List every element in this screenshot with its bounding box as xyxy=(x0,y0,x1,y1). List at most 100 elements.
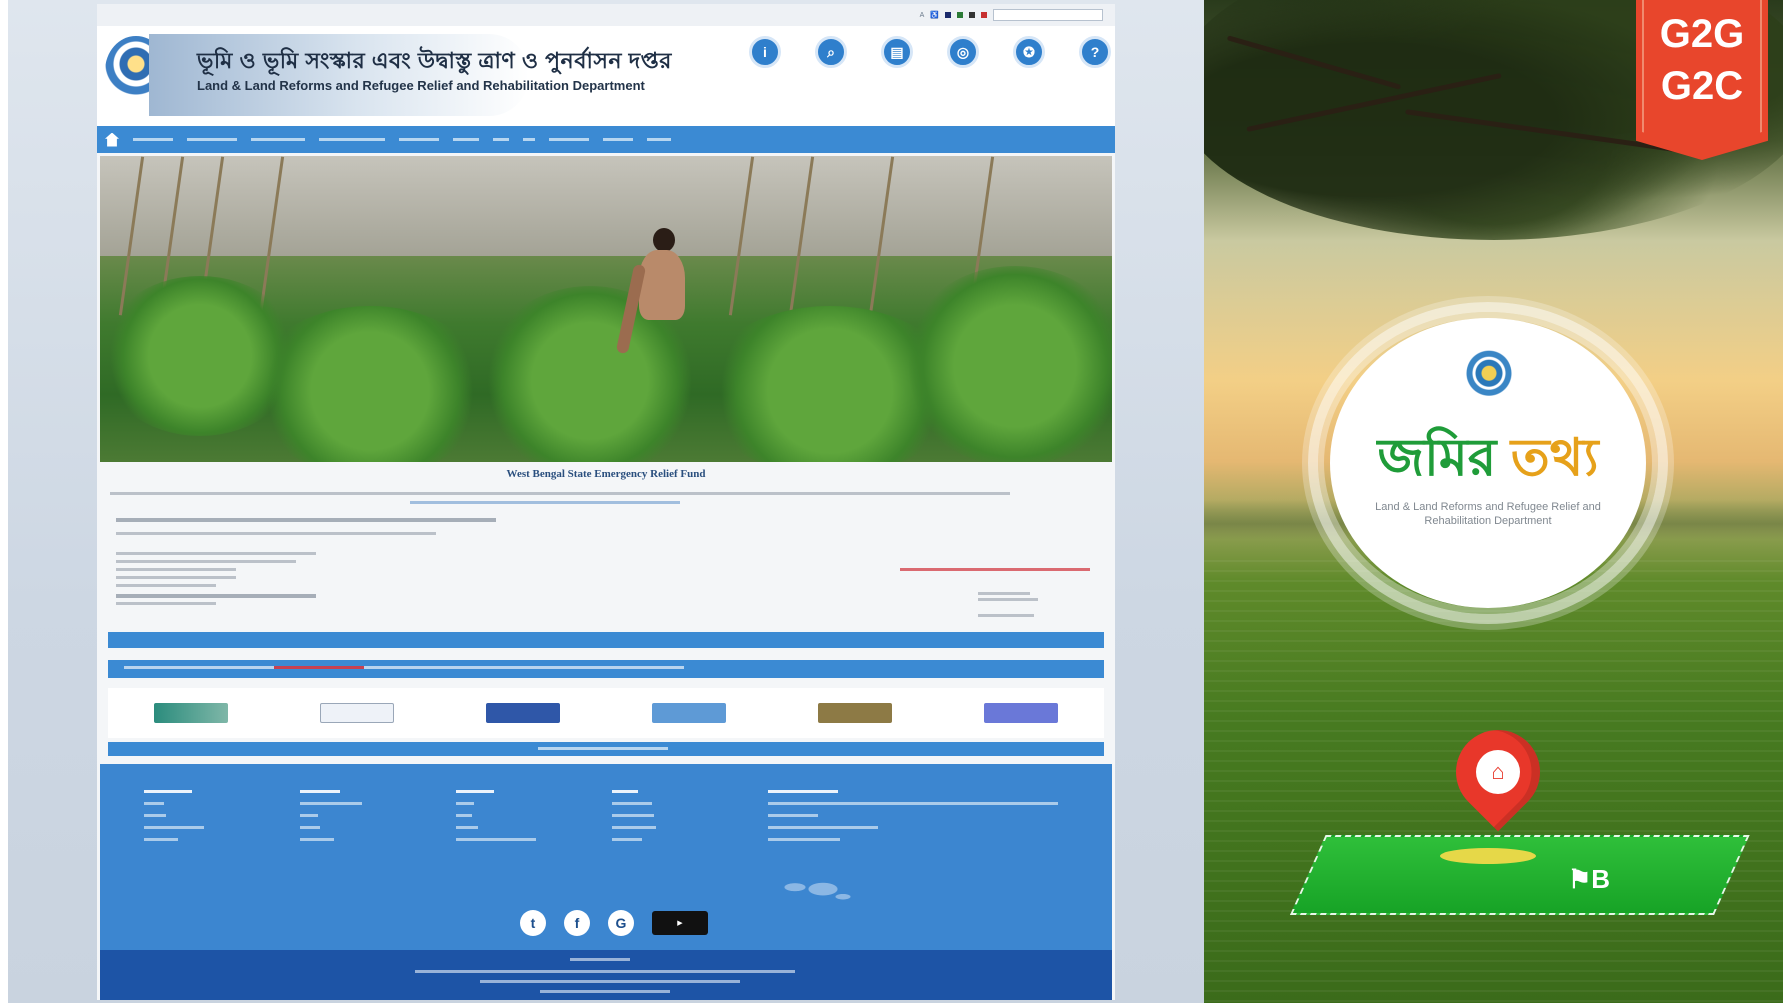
footer-column xyxy=(456,790,566,850)
quick-link-info[interactable]: i xyxy=(737,36,793,68)
footer-link[interactable] xyxy=(612,814,654,817)
status-icon: ◎ xyxy=(947,36,979,68)
pin-shadow xyxy=(1440,848,1536,864)
partner-logo[interactable] xyxy=(154,703,228,723)
nav-item[interactable] xyxy=(523,138,535,141)
twitter-icon[interactable]: t xyxy=(520,910,546,936)
land-plot-graphic xyxy=(1290,835,1750,915)
footer-email-line[interactable] xyxy=(768,826,878,829)
nav-item[interactable] xyxy=(399,138,439,141)
copyright-line xyxy=(540,990,670,993)
crop-foliage xyxy=(900,266,1112,462)
footer-link[interactable] xyxy=(144,838,178,841)
footer-link[interactable] xyxy=(456,814,472,817)
bank-detail-line xyxy=(116,552,316,555)
footer-link[interactable] xyxy=(144,826,204,829)
footer-heading-line xyxy=(612,790,638,793)
quick-link-document[interactable]: ▤ xyxy=(869,36,925,68)
copyright-line xyxy=(570,958,630,961)
theme-swatch-green[interactable] xyxy=(957,12,963,18)
footer-link[interactable] xyxy=(612,838,642,841)
notice-highlight-line xyxy=(900,568,1090,571)
footer-link[interactable] xyxy=(300,826,320,829)
nav-item[interactable] xyxy=(493,138,509,141)
notice-title: West Bengal State Emergency Relief Fund xyxy=(506,468,706,480)
footer-link[interactable] xyxy=(300,838,334,841)
footer-link[interactable] xyxy=(456,802,474,805)
footer-link[interactable] xyxy=(144,814,166,817)
ribbon-text-g2c: G2C xyxy=(1660,64,1744,108)
help-icon: ? xyxy=(1079,36,1111,68)
footer-heading-line xyxy=(456,790,494,793)
quick-link-banglar-bhumi[interactable]: ✪ xyxy=(1001,36,1057,68)
footer-heading-line xyxy=(300,790,340,793)
nav-item[interactable] xyxy=(549,138,589,141)
partner-links xyxy=(108,688,1104,738)
font-size-icon[interactable]: A xyxy=(920,12,925,19)
social-links: t f G ▶ xyxy=(520,910,708,936)
copyright-line xyxy=(480,980,740,983)
partner-logo[interactable] xyxy=(320,703,394,723)
nav-item[interactable] xyxy=(319,138,385,141)
bank-detail-line xyxy=(116,560,296,563)
bank-detail-line xyxy=(116,584,216,587)
quick-links: i ⌕ ▤ ◎ ✪ ? xyxy=(737,36,1115,68)
footer-link[interactable] xyxy=(456,826,478,829)
nav-item[interactable] xyxy=(133,138,173,141)
footer-link[interactable] xyxy=(300,814,318,817)
bank-detail-line xyxy=(116,594,316,598)
google-plus-icon[interactable]: G xyxy=(608,910,634,936)
partner-logo[interactable] xyxy=(486,703,560,723)
nav-item[interactable] xyxy=(453,138,479,141)
site-header: ভূমি ও ভূমি সংস্কার এবং উদ্বাস্তু ত্রাণ … xyxy=(97,26,1115,126)
partner-logo[interactable] xyxy=(818,703,892,723)
google-play-badge[interactable]: ▶ xyxy=(652,911,708,935)
department-website: A ♿ ভূমি ও ভূমি সংস্কার এবং উদ্বাস্তু ত্… xyxy=(97,4,1115,1000)
footer-contact-column xyxy=(768,790,1068,850)
footer-link[interactable] xyxy=(612,802,652,805)
banglar-bhumi-logo: ⚑B xyxy=(1568,863,1611,894)
ribbon-text-g2g: G2G xyxy=(1659,12,1745,56)
theme-swatch-blue[interactable] xyxy=(945,12,951,18)
department-name-bengali: ভূমি ও ভূমি সংস্কার এবং উদ্বাস্তু ত্রাণ … xyxy=(197,48,672,73)
copyright-line xyxy=(415,970,795,973)
partner-logo[interactable] xyxy=(652,703,726,723)
utility-bar: A ♿ xyxy=(97,4,1115,26)
theme-swatch-dark[interactable] xyxy=(969,12,975,18)
facebook-icon[interactable]: f xyxy=(564,910,590,936)
bank-detail-line xyxy=(116,576,236,579)
nav-item[interactable] xyxy=(603,138,633,141)
accessibility-icon[interactable]: ♿ xyxy=(930,11,939,19)
badge-title: জমির তথ্য xyxy=(1330,428,1646,488)
quick-link-search[interactable]: ⌕ xyxy=(803,36,859,68)
notice-text-line xyxy=(110,492,1010,495)
partner-logo[interactable] xyxy=(984,703,1058,723)
notice-link-line[interactable] xyxy=(410,501,680,504)
footer-column xyxy=(300,790,410,850)
nav-item[interactable] xyxy=(187,138,237,141)
home-icon[interactable] xyxy=(105,132,119,147)
scrolling-notice-text[interactable] xyxy=(124,666,684,669)
relief-fund-notice: West Bengal State Emergency Relief Fund xyxy=(100,464,1112,624)
theme-swatch-red[interactable] xyxy=(981,12,987,18)
site-search-input[interactable] xyxy=(993,9,1103,21)
visitor-counter-text xyxy=(538,747,668,750)
footer-email-line[interactable] xyxy=(768,838,840,841)
footer-link[interactable] xyxy=(456,838,536,841)
badge-title-word-2: তথ্য xyxy=(1510,429,1599,487)
g2g-g2c-ribbon: G2G G2C xyxy=(1636,0,1768,160)
quick-link-status[interactable]: ◎ xyxy=(935,36,991,68)
nav-item[interactable] xyxy=(647,138,671,141)
footer-link[interactable] xyxy=(144,802,164,805)
hero-photo-farmer xyxy=(100,156,1112,462)
notice-text-line xyxy=(116,532,436,535)
notice-text-line xyxy=(116,518,496,522)
footer-column xyxy=(612,790,722,850)
nav-item[interactable] xyxy=(251,138,305,141)
footer-link[interactable] xyxy=(612,826,656,829)
world-map-graphic xyxy=(775,872,855,910)
footer-link[interactable] xyxy=(300,802,362,805)
quick-link-help[interactable]: ? xyxy=(1067,36,1115,68)
composite-image: A ♿ ভূমি ও ভূমি সংস্কার এবং উদ্বাস্তু ত্… xyxy=(0,0,1783,1003)
footer-column xyxy=(144,790,254,850)
